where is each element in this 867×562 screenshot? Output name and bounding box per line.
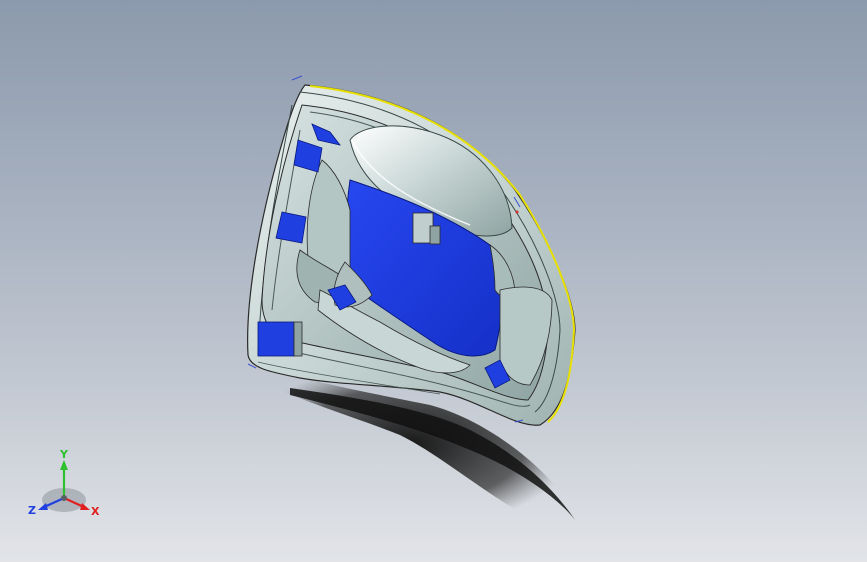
part-3d-model[interactable]: [0, 0, 867, 562]
triad-x-label: X: [91, 505, 100, 518]
graphics-viewport[interactable]: Y X Z: [0, 0, 867, 562]
coordinate-triad-icon[interactable]: Y X Z: [24, 448, 108, 524]
triad-z-label: Z: [28, 504, 36, 517]
triad-y-label: Y: [59, 448, 69, 461]
